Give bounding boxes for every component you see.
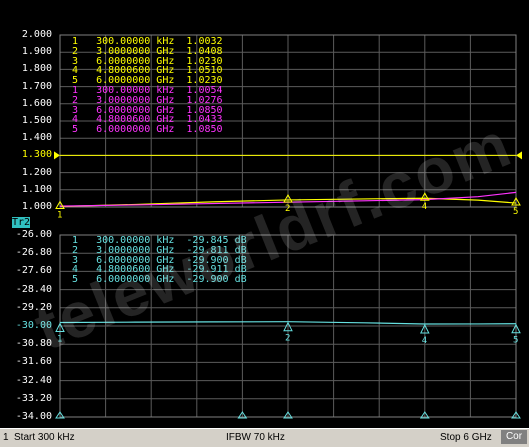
y-tick-label: 1.700 — [21, 80, 52, 92]
ref-left-arrow — [54, 151, 60, 160]
y-tick-label: 1.900 — [21, 46, 52, 58]
y-tick-label: -26.00 — [15, 229, 52, 240]
y-tick-label: 1.400 — [21, 132, 52, 144]
y-tick-label: -27.60 — [15, 265, 52, 277]
y-tick-label: 1.000 — [21, 201, 52, 212]
upper-marker-label: 5 — [513, 207, 518, 217]
vna-screen: 11224455 Tr1 S11 SWR 100.0m/ Ref 1.300 [… — [0, 0, 529, 447]
y-tick-label: 1.500 — [21, 115, 52, 126]
lower-marker-label: 4 — [422, 336, 427, 346]
y-tick-label: 2.000 — [21, 29, 52, 40]
y-tick-label: -34.00 — [15, 411, 52, 422]
y-tick-label: -31.60 — [15, 356, 52, 368]
status-bar: 1 Start 300 kHz IFBW 70 kHz Stop 6 GHz C… — [0, 428, 529, 447]
trace2-badge[interactable]: Tr2 — [12, 217, 31, 228]
y-tick-label: 1.200 — [21, 166, 52, 178]
y-tick-label: 1.600 — [21, 97, 52, 109]
stop-frequency[interactable]: Stop 6 GHz — [440, 432, 492, 443]
y-tick-label: -33.20 — [15, 392, 52, 404]
lower-marker-label: 5 — [513, 336, 518, 346]
channel-number[interactable]: 1 — [3, 432, 9, 443]
ref-right-arrow — [516, 151, 522, 160]
trace1-header[interactable]: Tr1 S11 SWR 100.0m/ Ref 1.300 [F2] — [12, 3, 229, 13]
trace3-header[interactable]: Tr3 S22 SWR 100.0m/ Ref 1.300 [F2] — [12, 14, 229, 24]
ifbw-value[interactable]: IFBW 70 kHz — [226, 432, 285, 443]
correction-status-badge[interactable]: Cor — [501, 430, 527, 444]
y-tick-label: 1.100 — [21, 183, 52, 195]
lower-marker-label: 2 — [285, 334, 290, 344]
y-tick-label: -26.80 — [15, 247, 52, 259]
marker-readout-row[interactable]: 5 6.0000000 GHz 1.0850 — [66, 125, 223, 135]
start-frequency[interactable]: Start 300 kHz — [14, 432, 75, 443]
y-tick-label: -32.40 — [15, 374, 52, 386]
y-tick-label: 1.800 — [21, 63, 52, 75]
y-tick-label: 1.300 — [21, 149, 52, 161]
